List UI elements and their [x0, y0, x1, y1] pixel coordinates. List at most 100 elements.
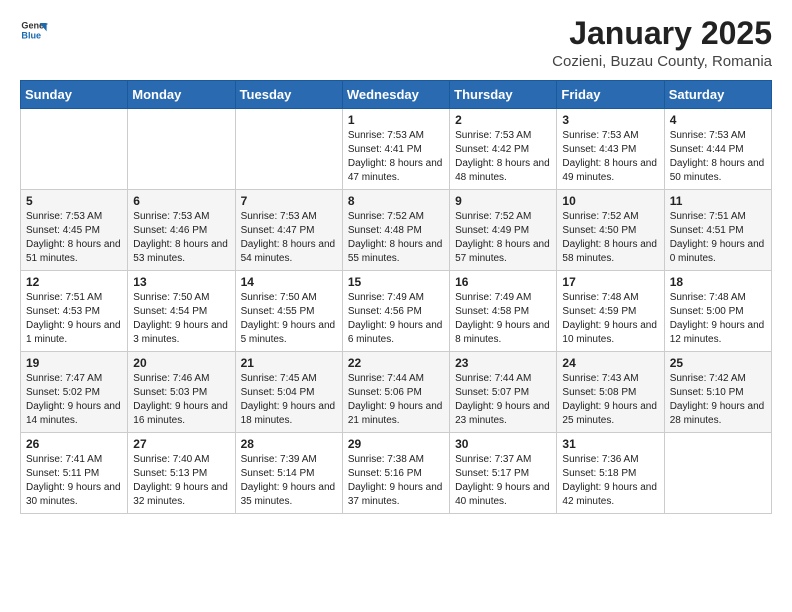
calendar-cell: 25 Sunrise: 7:42 AM Sunset: 5:10 PM Dayli… — [664, 352, 771, 433]
calendar-cell: 8 Sunrise: 7:52 AM Sunset: 4:48 PM Daylig… — [342, 190, 449, 271]
weekday-header-thursday: Thursday — [450, 81, 557, 109]
day-number: 18 — [670, 275, 766, 289]
day-info: Sunrise: 7:42 AM Sunset: 5:10 PM Dayligh… — [670, 372, 766, 428]
calendar-week-row: 19 Sunrise: 7:47 AM Sunset: 5:02 PM Dayli… — [21, 352, 772, 433]
calendar-cell: 10 Sunrise: 7:52 AM Sunset: 4:50 PM Dayli… — [557, 190, 664, 271]
day-number: 10 — [562, 194, 658, 208]
day-info: Sunrise: 7:50 AM Sunset: 4:55 PM Dayligh… — [241, 291, 337, 347]
day-info: Sunrise: 7:53 AM Sunset: 4:46 PM Dayligh… — [133, 210, 229, 266]
weekday-header-friday: Friday — [557, 81, 664, 109]
calendar-cell: 30Sunrise: 7:37 AM Sunset: 5:17 PM Dayli… — [450, 433, 557, 514]
day-number: 26 — [26, 437, 122, 451]
day-info: Sunrise: 7:44 AM Sunset: 5:07 PM Dayligh… — [455, 372, 551, 428]
day-info: Sunrise: 7:52 AM Sunset: 4:49 PM Dayligh… — [455, 210, 551, 266]
day-info: Sunrise: 7:52 AM Sunset: 4:50 PM Dayligh… — [562, 210, 658, 266]
day-info: Sunrise: 7:47 AM Sunset: 5:02 PM Dayligh… — [26, 372, 122, 428]
day-number: 29 — [348, 437, 444, 451]
day-info: Sunrise: 7:46 AM Sunset: 5:03 PM Dayligh… — [133, 372, 229, 428]
calendar-cell: 26 Sunrise: 7:41 AM Sunset: 5:11 PM Dayli… — [21, 433, 128, 514]
day-info: Sunrise: 7:53 AM Sunset: 4:47 PM Dayligh… — [241, 210, 337, 266]
day-number: 6 — [133, 194, 229, 208]
day-number: 12 — [26, 275, 122, 289]
day-info: Sunrise: 7:53 AM Sunset: 4:41 PM Dayligh… — [348, 129, 444, 185]
day-info: Sunrise: 7:48 AM Sunset: 5:00 PM Dayligh… — [670, 291, 766, 347]
day-info: Sunrise: 7:51 AM Sunset: 4:51 PM Dayligh… — [670, 210, 766, 266]
day-info: Sunrise: 7:49 AM Sunset: 4:58 PM Dayligh… — [455, 291, 551, 347]
calendar-cell: 13Sunrise: 7:50 AM Sunset: 4:54 PM Dayli… — [128, 271, 235, 352]
calendar: SundayMondayTuesdayWednesdayThursdayFrid… — [20, 80, 772, 514]
day-number: 4 — [670, 113, 766, 127]
day-number: 28 — [241, 437, 337, 451]
day-info: Sunrise: 7:50 AM Sunset: 4:54 PM Dayligh… — [133, 291, 229, 347]
day-info: Sunrise: 7:52 AM Sunset: 4:48 PM Dayligh… — [348, 210, 444, 266]
calendar-week-row: 12 Sunrise: 7:51 AM Sunset: 4:53 PM Dayli… — [21, 271, 772, 352]
weekday-header-sunday: Sunday — [21, 81, 128, 109]
day-info: Sunrise: 7:45 AM Sunset: 5:04 PM Dayligh… — [241, 372, 337, 428]
calendar-cell: 22 Sunrise: 7:44 AM Sunset: 5:06 PM Dayli… — [342, 352, 449, 433]
calendar-week-row: 1 Sunrise: 7:53 AM Sunset: 4:41 PM Daylig… — [21, 109, 772, 190]
day-number: 7 — [241, 194, 337, 208]
day-info: Sunrise: 7:36 AM Sunset: 5:18 PM Dayligh… — [562, 453, 658, 509]
calendar-cell: 11 Sunrise: 7:51 AM Sunset: 4:51 PM Dayli… — [664, 190, 771, 271]
day-number: 20 — [133, 356, 229, 370]
calendar-week-row: 26 Sunrise: 7:41 AM Sunset: 5:11 PM Dayli… — [21, 433, 772, 514]
calendar-cell — [128, 109, 235, 190]
day-info: Sunrise: 7:39 AM Sunset: 5:14 PM Dayligh… — [241, 453, 337, 509]
month-title: January 2025 — [552, 16, 772, 51]
day-info: Sunrise: 7:53 AM Sunset: 4:43 PM Dayligh… — [562, 129, 658, 185]
calendar-cell: 19 Sunrise: 7:47 AM Sunset: 5:02 PM Dayli… — [21, 352, 128, 433]
location: Cozieni, Buzau County, Romania — [552, 53, 772, 70]
day-info: Sunrise: 7:48 AM Sunset: 4:59 PM Dayligh… — [562, 291, 658, 347]
day-info: Sunrise: 7:43 AM Sunset: 5:08 PM Dayligh… — [562, 372, 658, 428]
calendar-cell: 2Sunrise: 7:53 AM Sunset: 4:42 PM Daylig… — [450, 109, 557, 190]
calendar-cell: 17 Sunrise: 7:48 AM Sunset: 4:59 PM Dayli… — [557, 271, 664, 352]
day-number: 17 — [562, 275, 658, 289]
calendar-cell: 14 Sunrise: 7:50 AM Sunset: 4:55 PM Dayli… — [235, 271, 342, 352]
calendar-week-row: 5Sunrise: 7:53 AM Sunset: 4:45 PM Daylig… — [21, 190, 772, 271]
day-number: 22 — [348, 356, 444, 370]
day-number: 16 — [455, 275, 551, 289]
day-info: Sunrise: 7:51 AM Sunset: 4:53 PM Dayligh… — [26, 291, 122, 347]
day-number: 2 — [455, 113, 551, 127]
day-info: Sunrise: 7:44 AM Sunset: 5:06 PM Dayligh… — [348, 372, 444, 428]
calendar-cell: 7 Sunrise: 7:53 AM Sunset: 4:47 PM Daylig… — [235, 190, 342, 271]
weekday-header-saturday: Saturday — [664, 81, 771, 109]
calendar-header-row: SundayMondayTuesdayWednesdayThursdayFrid… — [21, 81, 772, 109]
logo: General Blue — [20, 16, 48, 44]
day-info: Sunrise: 7:53 AM Sunset: 4:44 PM Dayligh… — [670, 129, 766, 185]
page-header: General Blue January 2025 Cozieni, Buzau… — [20, 16, 772, 70]
day-number: 23 — [455, 356, 551, 370]
day-number: 24 — [562, 356, 658, 370]
day-info: Sunrise: 7:41 AM Sunset: 5:11 PM Dayligh… — [26, 453, 122, 509]
calendar-cell: 12 Sunrise: 7:51 AM Sunset: 4:53 PM Dayli… — [21, 271, 128, 352]
logo-icon: General Blue — [20, 16, 48, 44]
day-number: 19 — [26, 356, 122, 370]
calendar-cell: 21 Sunrise: 7:45 AM Sunset: 5:04 PM Dayli… — [235, 352, 342, 433]
calendar-cell: 9 Sunrise: 7:52 AM Sunset: 4:49 PM Daylig… — [450, 190, 557, 271]
weekday-header-wednesday: Wednesday — [342, 81, 449, 109]
weekday-header-monday: Monday — [128, 81, 235, 109]
day-info: Sunrise: 7:37 AM Sunset: 5:17 PM Dayligh… — [455, 453, 551, 509]
calendar-cell: 15Sunrise: 7:49 AM Sunset: 4:56 PM Dayli… — [342, 271, 449, 352]
day-number: 11 — [670, 194, 766, 208]
day-number: 14 — [241, 275, 337, 289]
calendar-cell: 27Sunrise: 7:40 AM Sunset: 5:13 PM Dayli… — [128, 433, 235, 514]
svg-text:Blue: Blue — [21, 30, 41, 40]
calendar-cell — [664, 433, 771, 514]
calendar-cell: 20 Sunrise: 7:46 AM Sunset: 5:03 PM Dayli… — [128, 352, 235, 433]
calendar-cell: 5Sunrise: 7:53 AM Sunset: 4:45 PM Daylig… — [21, 190, 128, 271]
calendar-cell: 6 Sunrise: 7:53 AM Sunset: 4:46 PM Daylig… — [128, 190, 235, 271]
calendar-cell: 31Sunrise: 7:36 AM Sunset: 5:18 PM Dayli… — [557, 433, 664, 514]
day-number: 9 — [455, 194, 551, 208]
day-number: 21 — [241, 356, 337, 370]
weekday-header-tuesday: Tuesday — [235, 81, 342, 109]
calendar-cell: 4 Sunrise: 7:53 AM Sunset: 4:44 PM Daylig… — [664, 109, 771, 190]
calendar-cell — [21, 109, 128, 190]
calendar-cell: 28 Sunrise: 7:39 AM Sunset: 5:14 PM Dayli… — [235, 433, 342, 514]
day-number: 5 — [26, 194, 122, 208]
calendar-cell: 29Sunrise: 7:38 AM Sunset: 5:16 PM Dayli… — [342, 433, 449, 514]
day-number: 8 — [348, 194, 444, 208]
day-number: 1 — [348, 113, 444, 127]
calendar-cell: 24 Sunrise: 7:43 AM Sunset: 5:08 PM Dayli… — [557, 352, 664, 433]
day-number: 25 — [670, 356, 766, 370]
